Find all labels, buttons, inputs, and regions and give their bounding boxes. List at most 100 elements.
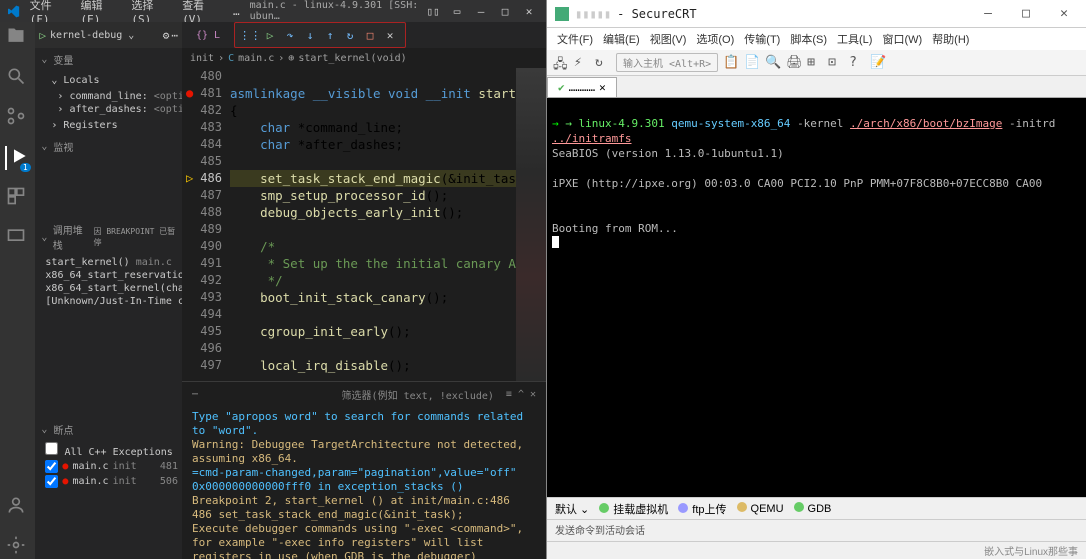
variable-item[interactable]: › command_line: <optimiz…	[35, 90, 182, 103]
console-more-icon[interactable]: ⋯	[192, 389, 198, 400]
scm-icon[interactable]	[6, 106, 30, 130]
section-breakpoints[interactable]: ⌄断点	[35, 418, 182, 441]
breadcrumb[interactable]: init › Cmain.c › ⊕start_kernel(void)	[182, 48, 546, 68]
vscode-titlebar: 文件(F) 编辑(E) 选择(S) 查看(V) … main.c - linux…	[0, 0, 546, 22]
callstack-frame[interactable]: [Unknown/Just-In-Time com	[35, 295, 182, 308]
section-watch[interactable]: ⌄监视	[35, 135, 182, 158]
layout-icon[interactable]: ▯▯	[424, 5, 442, 17]
min-icon[interactable]: —	[472, 5, 490, 17]
callstack-frame[interactable]: start_kernel() main.c	[35, 256, 182, 269]
min-button[interactable]: —	[974, 6, 1002, 21]
status-gdb[interactable]: GDB	[794, 502, 832, 515]
crt-statusbar: 默认 ⌄ 挂载虚拟机 ftp上传 QEMU GDB	[547, 497, 1086, 519]
extensions-icon[interactable]	[6, 186, 30, 210]
max-button[interactable]: □	[1012, 6, 1040, 21]
status-default[interactable]: 默认 ⌄	[555, 501, 589, 517]
crt-menubar: 文件(F) 编辑(E) 视图(V) 选项(O) 传输(T) 脚本(S) 工具(L…	[547, 28, 1086, 50]
toolbar-copy-icon[interactable]: 📋	[723, 55, 739, 71]
menu-window[interactable]: 窗口(W)	[878, 29, 926, 49]
callstack-frame[interactable]: x86_64_start_kernel(char	[35, 282, 182, 295]
menu-transfer[interactable]: 传输(T)	[740, 29, 784, 49]
crt-tabbar: ✔…………✕	[547, 76, 1086, 98]
debug-toolbar: ⋮⋮ ▷ ↷ ↓ ↑ ↻ □ ✕	[234, 22, 406, 48]
max-icon[interactable]: □	[496, 5, 514, 17]
step-over-icon[interactable]: ↷	[281, 26, 299, 44]
callstack-frame[interactable]: x86_64_start_reservations	[35, 269, 182, 282]
menu-script[interactable]: 脚本(S)	[786, 29, 831, 49]
close-toolbar-icon[interactable]: ✕	[381, 26, 399, 44]
section-callstack[interactable]: ⌄调用堆栈因 BREAKPOINT 已暂停	[35, 218, 182, 256]
tab-close-icon[interactable]: ✕	[599, 81, 606, 94]
bp-item[interactable]: ●main.c init506	[35, 474, 182, 489]
layout2-icon[interactable]: ▭	[448, 5, 466, 17]
toolbar-find-icon[interactable]: 🔍	[765, 55, 781, 71]
toolbar-connect-icon[interactable]: 🖧	[553, 55, 569, 71]
toolbar-session-icon[interactable]: ⊡	[828, 55, 844, 71]
continue-icon[interactable]: ▷	[261, 26, 279, 44]
console-close-icon[interactable]: ✕	[530, 389, 536, 400]
debug-console: ⋯ 筛选器(例如 text, !exclude) ≡ ^ ✕ Type "apr…	[182, 381, 546, 559]
bp-checkbox[interactable]	[45, 475, 58, 488]
crt-title-text: - SecureCRT	[617, 7, 968, 21]
menu-tools[interactable]: 工具(L)	[833, 29, 876, 49]
toolbar-print-icon[interactable]: 🖨	[786, 55, 802, 71]
toolbar-quick-icon[interactable]: ⚡	[574, 55, 590, 71]
variable-item[interactable]: › after_dashes: <optimiz…	[35, 103, 182, 116]
console-clear-icon[interactable]: ≡	[506, 389, 512, 400]
status-ftp[interactable]: ftp上传	[678, 501, 726, 517]
bp-all-cpp[interactable]: All C++ Exceptions	[35, 441, 182, 459]
menu-view[interactable]: 视图(V)	[646, 29, 691, 49]
bp-checkbox[interactable]	[45, 442, 58, 455]
section-variables[interactable]: ⌄变量	[35, 48, 182, 71]
menu-help[interactable]: 帮助(H)	[928, 29, 973, 49]
explorer-icon[interactable]	[6, 26, 30, 50]
start-debug-icon[interactable]: ▷	[39, 29, 46, 42]
step-out-icon[interactable]: ↑	[321, 26, 339, 44]
step-into-icon[interactable]: ↓	[301, 26, 319, 44]
section-locals[interactable]: ⌄Locals	[35, 71, 182, 90]
editor-column: {} L ⋮⋮ ▷ ↷ ↓ ↑ ↻ □ ✕ init › Cmain.c › ⊕…	[182, 22, 546, 559]
bp-item[interactable]: ●main.c init481	[35, 459, 182, 474]
close-button[interactable]: ✕	[1050, 6, 1078, 21]
toolbar-paste-icon[interactable]: 📄	[744, 55, 760, 71]
activity-bar: 1	[0, 22, 35, 559]
securecrt-window: ▮▮▮▮▮ - SecureCRT — □ ✕ 文件(F) 编辑(E) 视图(V…	[546, 0, 1086, 559]
crt-toolbar: 🖧 ⚡ ↻ 输入主机 <Alt+R> 📋 📄 🔍 🖨 ⊞ ⊡ ? 📝	[547, 50, 1086, 76]
stop-icon[interactable]: □	[361, 26, 379, 44]
debug-config-select[interactable]: kernel-debug ⌄	[48, 28, 161, 43]
restart-icon[interactable]: ↻	[341, 26, 359, 44]
debug-icon[interactable]: 1	[5, 146, 29, 170]
toolbar-log-icon[interactable]: 📝	[870, 55, 886, 71]
bp-checkbox[interactable]	[45, 460, 58, 473]
bracket-symbol[interactable]: {} L	[182, 30, 220, 41]
host-input[interactable]: 输入主机 <Alt+R>	[616, 53, 718, 72]
toolbar-help-icon[interactable]: ?	[849, 55, 865, 71]
console-filter-input[interactable]: 筛选器(例如 text, !exclude)	[342, 387, 494, 402]
menu-file[interactable]: 文件(F)	[553, 29, 597, 49]
menu-more[interactable]: …	[227, 3, 246, 20]
close-icon[interactable]: ✕	[520, 5, 538, 17]
console-expand-icon[interactable]: ^	[518, 389, 524, 400]
menu-options[interactable]: 选项(O)	[692, 29, 738, 49]
status-qemu[interactable]: QEMU	[737, 502, 784, 515]
vscode-logo-icon	[8, 4, 20, 18]
minimap[interactable]	[516, 68, 546, 381]
settings-gear-icon[interactable]	[6, 535, 30, 559]
vscode-window: 文件(F) 编辑(E) 选择(S) 查看(V) … main.c - linux…	[0, 0, 546, 559]
remote-icon[interactable]	[6, 226, 30, 250]
securecrt-icon	[555, 7, 569, 21]
status-vm[interactable]: 挂载虚拟机	[599, 501, 668, 517]
search-icon[interactable]	[6, 66, 30, 90]
section-registers[interactable]: ›Registers	[35, 116, 182, 135]
toolbar-options-icon[interactable]: ⊞	[807, 55, 823, 71]
send-command-bar[interactable]: 发送命令到活动会话	[547, 519, 1086, 541]
toolbar-reconnect-icon[interactable]: ↻	[595, 55, 611, 71]
menu-edit[interactable]: 编辑(E)	[599, 29, 644, 49]
terminal[interactable]: → → linux-4.9.301 qemu-system-x86_64 -ke…	[547, 98, 1086, 497]
drag-handle-icon[interactable]: ⋮⋮	[241, 26, 259, 44]
debug-more-icon[interactable]: ⋯	[171, 29, 178, 42]
debug-settings-icon[interactable]: ⚙	[163, 29, 170, 42]
session-tab[interactable]: ✔…………✕	[547, 77, 617, 97]
code-editor[interactable]: 480●481482483484485▷48648748848949049149…	[182, 68, 546, 381]
account-icon[interactable]	[6, 495, 30, 519]
